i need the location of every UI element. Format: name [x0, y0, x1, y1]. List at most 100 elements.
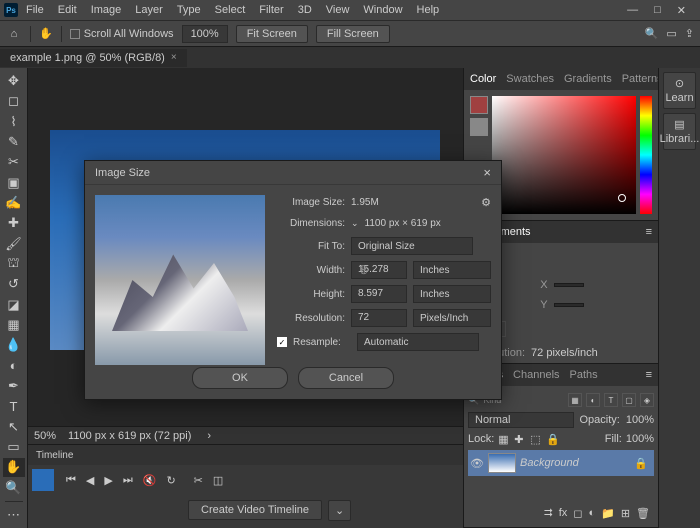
menu-3d[interactable]: 3D — [292, 2, 318, 18]
lock-all-icon[interactable]: 🔒 — [546, 433, 558, 445]
layer-lock-icon[interactable]: 🔒 — [634, 457, 648, 470]
hand-tool[interactable]: ✋ — [3, 458, 25, 476]
workspace-icon[interactable]: ▭ — [666, 27, 676, 40]
foreground-swatch[interactable] — [470, 96, 488, 114]
menu-filter[interactable]: Filter — [253, 2, 289, 18]
tab-patterns[interactable]: Patterns — [622, 73, 663, 85]
menu-file[interactable]: File — [20, 2, 50, 18]
menu-view[interactable]: View — [320, 2, 356, 18]
layer-visibility-icon[interactable]: 👁 — [470, 457, 484, 470]
ok-button[interactable]: OK — [192, 367, 288, 389]
menu-window[interactable]: Window — [357, 2, 408, 18]
hue-slider[interactable] — [640, 96, 652, 214]
dodge-tool[interactable]: ◐ — [3, 357, 25, 375]
layer-row[interactable]: 👁 Background 🔒 — [468, 450, 654, 476]
y-field[interactable] — [554, 303, 584, 307]
maximize-icon[interactable]: □ — [650, 2, 665, 19]
shape-tool[interactable]: ▭ — [3, 438, 25, 456]
panel-menu-icon[interactable]: ≡ — [646, 369, 652, 381]
hand-tool-icon[interactable]: ✋ — [39, 27, 53, 40]
filter-smart-icon[interactable]: ◈ — [640, 393, 654, 407]
tl-mute-icon[interactable]: 🔇 — [143, 474, 157, 487]
scroll-all-checkbox[interactable]: Scroll All Windows — [70, 28, 174, 40]
document-tab[interactable]: example 1.png @ 50% (RGB/8) × — [0, 49, 187, 67]
opacity-value[interactable]: 100% — [626, 414, 654, 426]
lock-artboard-icon[interactable]: ⬚ — [530, 433, 542, 445]
close-icon[interactable]: ✕ — [673, 2, 690, 19]
layer-mask-icon[interactable]: ◻ — [573, 507, 582, 519]
brush-tool[interactable]: 🖌 — [3, 235, 25, 253]
adjustment-layer-icon[interactable]: ◐ — [588, 507, 595, 519]
resample-checkbox[interactable]: ✓ — [277, 337, 287, 347]
tab-swatches[interactable]: Swatches — [506, 73, 554, 85]
tl-prev-icon[interactable]: ◀ — [86, 474, 94, 487]
menu-help[interactable]: Help — [411, 2, 446, 18]
dimensions-dropdown-icon[interactable]: ⌄ — [351, 218, 359, 229]
blur-tool[interactable]: 💧 — [3, 336, 25, 354]
tab-color[interactable]: Color — [470, 73, 496, 85]
home-icon[interactable]: ⌂ — [6, 26, 22, 42]
marquee-tool[interactable]: ◻ — [3, 92, 25, 110]
fit-to-dropdown[interactable]: Original Size — [351, 237, 473, 255]
filter-adjust-icon[interactable]: ◐ — [586, 393, 600, 407]
zoom-tool[interactable]: 🔍 — [3, 479, 25, 497]
fit-screen-button[interactable]: Fit Screen — [236, 25, 308, 43]
move-tool[interactable]: ✥ — [3, 72, 25, 90]
menu-layer[interactable]: Layer — [129, 2, 169, 18]
tl-first-icon[interactable]: ⏮ — [66, 474, 76, 487]
type-tool[interactable]: T — [3, 397, 25, 415]
resolution-unit-dropdown[interactable]: Pixels/Inch — [413, 309, 491, 327]
eyedropper-tool[interactable]: ✍ — [3, 194, 25, 212]
quick-select-tool[interactable]: ✎ — [3, 133, 25, 151]
menu-type[interactable]: Type — [171, 2, 207, 18]
dialog-close-icon[interactable]: × — [483, 165, 491, 180]
filter-type-icon[interactable]: T — [604, 393, 618, 407]
menu-image[interactable]: Image — [85, 2, 128, 18]
x-field[interactable] — [554, 283, 584, 287]
stamp-tool[interactable]: ⛫ — [3, 255, 25, 273]
tl-next-icon[interactable]: ⏭ — [123, 474, 133, 487]
status-zoom[interactable]: 50% — [34, 430, 56, 442]
frame-tool[interactable]: ▣ — [3, 174, 25, 192]
path-select-tool[interactable]: ↖ — [3, 418, 25, 436]
fill-value[interactable]: 100% — [626, 433, 654, 445]
zoom-field[interactable]: 100% — [182, 25, 228, 43]
search-icon[interactable]: 🔍 — [645, 27, 659, 40]
tab-paths[interactable]: Paths — [570, 369, 598, 381]
filter-pixel-icon[interactable]: ▦ — [568, 393, 582, 407]
new-layer-icon[interactable]: ⊞ — [621, 507, 630, 519]
minimize-icon[interactable]: — — [623, 2, 642, 19]
tl-transition-icon[interactable]: ◫ — [213, 474, 223, 487]
lock-position-icon[interactable]: ✚ — [514, 433, 526, 445]
pen-tool[interactable]: ✒ — [3, 377, 25, 395]
cancel-button[interactable]: Cancel — [298, 367, 394, 389]
edit-toolbar-icon[interactable]: ⋯ — [3, 506, 25, 524]
tab-gradients[interactable]: Gradients — [564, 73, 612, 85]
height-field[interactable]: 8.597 — [351, 285, 407, 303]
eraser-tool[interactable]: ◪ — [3, 296, 25, 314]
fill-screen-button[interactable]: Fill Screen — [316, 25, 390, 43]
tab-channels[interactable]: Channels — [513, 369, 559, 381]
blend-mode-dropdown[interactable]: Normal — [468, 412, 574, 428]
lasso-tool[interactable]: ⌇ — [3, 113, 25, 131]
learn-button[interactable]: ⊙ Learn — [663, 72, 696, 109]
menu-edit[interactable]: Edit — [52, 2, 83, 18]
color-field[interactable] — [492, 96, 636, 214]
height-unit-dropdown[interactable]: Inches — [413, 285, 491, 303]
delete-layer-icon[interactable]: 🗑 — [636, 507, 650, 519]
tl-play-icon[interactable]: ▶ — [104, 474, 112, 487]
width-unit-dropdown[interactable]: Inches — [413, 261, 491, 279]
heal-tool[interactable]: ✚ — [3, 214, 25, 232]
tl-split-icon[interactable]: ✂ — [194, 474, 203, 487]
gear-icon[interactable]: ⚙ — [481, 196, 491, 209]
libraries-button[interactable]: ▤ Librari... — [663, 113, 696, 150]
close-tab-icon[interactable]: × — [171, 52, 177, 63]
timeline-tab[interactable]: Timeline — [28, 445, 463, 465]
menu-select[interactable]: Select — [209, 2, 252, 18]
background-swatch[interactable] — [470, 118, 488, 136]
lock-pixels-icon[interactable]: ▦ — [498, 433, 510, 445]
resample-dropdown[interactable]: Automatic — [357, 333, 479, 351]
panel-menu-icon[interactable]: ≡ — [646, 226, 652, 238]
filter-shape-icon[interactable]: ▢ — [622, 393, 636, 407]
tl-loop-icon[interactable]: ↻ — [166, 474, 175, 487]
